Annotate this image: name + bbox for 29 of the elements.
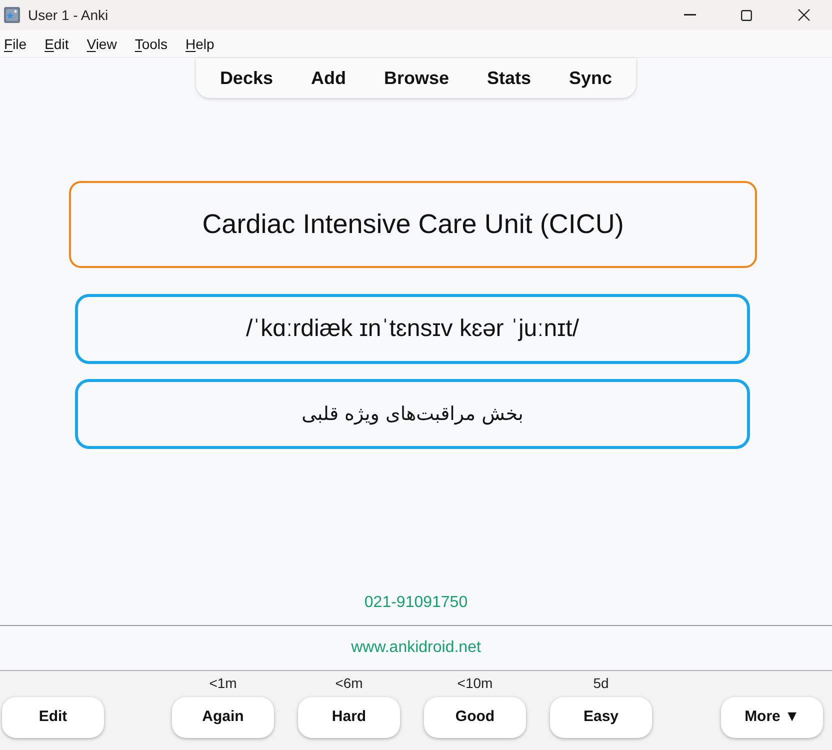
field-text: بخش مراقبت‌های ویژه قلبی	[302, 402, 524, 427]
interval-label: <6m	[335, 675, 363, 691]
minimize-icon	[684, 14, 696, 16]
interval-label: <1m	[209, 675, 237, 691]
menu-item[interactable]: Tools	[134, 36, 168, 50]
app-icon	[4, 7, 20, 23]
answer-button[interactable]: Easy	[550, 697, 652, 738]
field-text: Cardiac Intensive Care Unit (CICU)	[202, 208, 624, 242]
menu-item[interactable]: Edit	[44, 36, 69, 50]
interval-label: <10m	[457, 675, 493, 691]
more-button[interactable]: More ▼	[721, 697, 823, 738]
field-text: /ˈkɑːrdiæk ɪnˈtɛnsɪv kɛər ˈjuːnɪt/	[246, 314, 580, 344]
phone-number: 021-91091750	[364, 593, 468, 613]
close-icon	[798, 9, 810, 21]
toolbar-link[interactable]: Decks	[220, 64, 273, 92]
edit-button[interactable]: Edit	[2, 697, 104, 738]
maximize-icon	[741, 10, 752, 20]
window-title: User 1 - Anki	[28, 6, 108, 24]
menu-item[interactable]: Help	[186, 36, 214, 50]
answer-button[interactable]: Good	[424, 697, 526, 738]
menu-item[interactable]: View	[86, 36, 117, 50]
answer-button[interactable]: Hard	[298, 697, 400, 738]
toolbar-link[interactable]: Add	[310, 64, 346, 92]
answer-button[interactable]: Again	[172, 697, 274, 738]
toolbar-link[interactable]: Stats	[487, 64, 532, 92]
toolbar-link[interactable]: Sync	[569, 64, 612, 92]
toolbar-link[interactable]: Browse	[384, 64, 450, 92]
interval-label: 5d	[593, 675, 609, 691]
menu-item[interactable]: File	[4, 36, 27, 50]
